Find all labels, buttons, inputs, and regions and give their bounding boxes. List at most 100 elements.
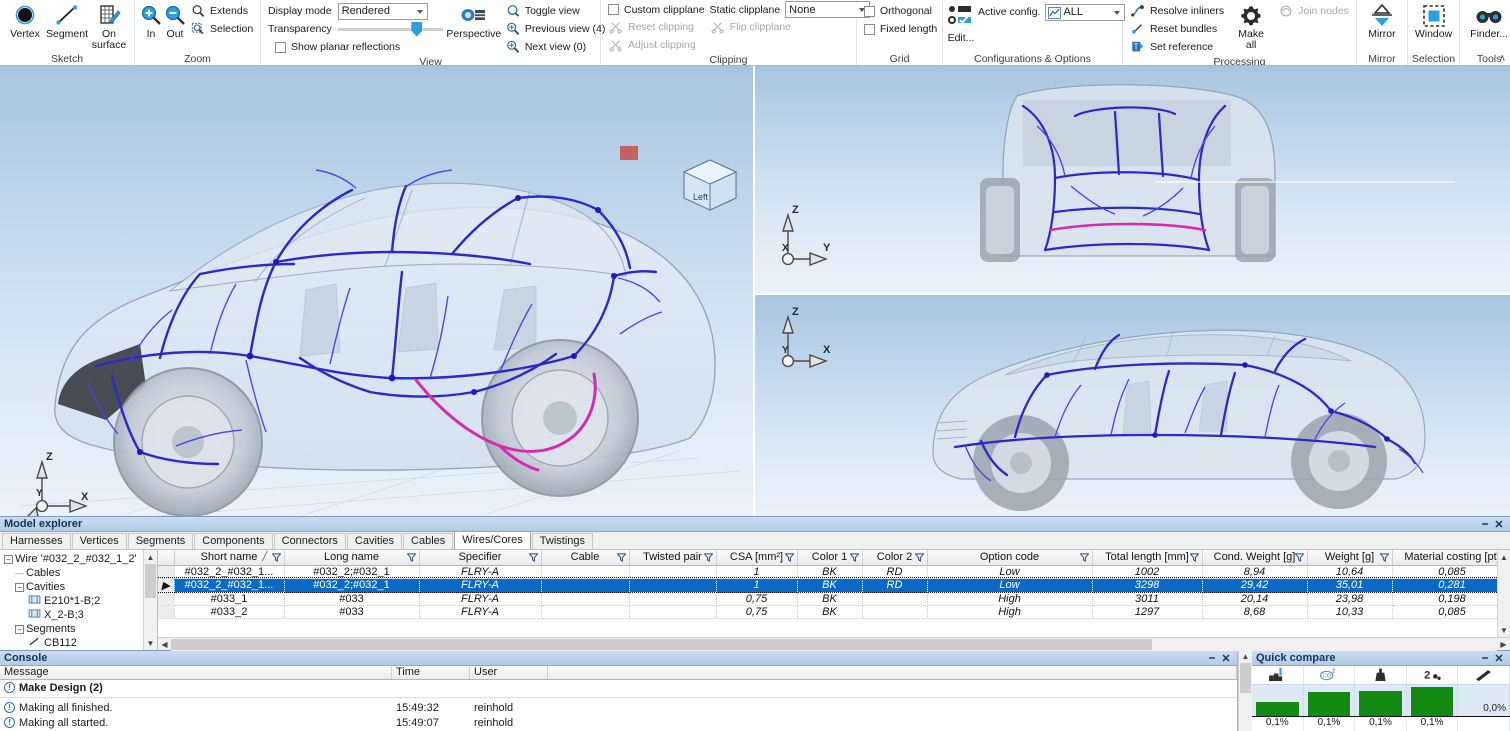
set-reference-button[interactable]: T Set reference	[1127, 38, 1227, 56]
pin-icon[interactable]: ⎯	[1478, 518, 1492, 531]
join-nodes-button[interactable]: Join nodes	[1275, 2, 1352, 20]
tab-components[interactable]: Components	[194, 533, 272, 549]
console-row[interactable]: ! Make Design (2)	[0, 680, 1237, 695]
close-icon[interactable]: ✕	[1219, 652, 1233, 665]
console-vertical-scrollbar[interactable]: ▲	[1238, 650, 1252, 731]
filter-icon[interactable]	[407, 553, 416, 565]
scroll-thumb[interactable]	[171, 639, 1152, 650]
table-row[interactable]: #033_2 #033 FLRY-A 0,75 BK High 1297	[158, 605, 1510, 618]
console-row[interactable]: ! Making all started. 15:49:07 reinhold	[0, 715, 1237, 730]
scroll-left-icon[interactable]: ◀	[158, 640, 171, 649]
col-specifier[interactable]: Specifier	[419, 550, 541, 565]
col-material-costing[interactable]: Material costing [pt]	[1392, 550, 1510, 565]
tree-node-wire[interactable]: − Wire '#032_2_#032_1_2'	[2, 552, 157, 566]
reset-clipping-button[interactable]: Reset clipping	[605, 18, 699, 36]
finder-button[interactable]: Finder...	[1464, 1, 1510, 40]
filter-icon[interactable]	[1080, 553, 1089, 565]
scroll-thumb[interactable]	[1240, 663, 1251, 693]
orthogonal-checkbox[interactable]	[864, 6, 875, 17]
filter-icon[interactable]	[704, 553, 713, 565]
perspective-button[interactable]: Perspective	[448, 1, 500, 40]
filter-icon[interactable]	[529, 553, 538, 565]
display-mode-select[interactable]: Rendered	[338, 3, 428, 20]
make-all-button[interactable]: Make all	[1227, 1, 1275, 51]
tree-vertical-scrollbar[interactable]: ▲ ▼	[143, 550, 157, 650]
scroll-up-icon[interactable]: ▲	[1498, 550, 1510, 564]
tab-twistings[interactable]: Twistings	[532, 533, 593, 549]
console-col-time[interactable]: Time	[392, 666, 470, 679]
edit-options-button[interactable]: Edit...	[948, 32, 975, 44]
filter-icon[interactable]	[850, 553, 859, 565]
scroll-down-icon[interactable]: ▼	[144, 636, 157, 650]
next-view-button[interactable]: Next view (0)	[502, 38, 609, 56]
tree-expander[interactable]: −	[4, 555, 13, 564]
options-radio-icon[interactable]	[947, 2, 975, 32]
front-viewport[interactable]: Z Y X	[755, 66, 1510, 295]
col-option-code[interactable]: Option code	[927, 550, 1092, 565]
grid-vertical-scrollbar[interactable]: ▲ ▼	[1497, 550, 1510, 637]
tab-cables[interactable]: Cables	[403, 533, 453, 549]
custom-clipplane-checkbox[interactable]	[608, 4, 619, 15]
mirror-button[interactable]: Mirror	[1361, 1, 1403, 40]
active-config-select[interactable]: ALL	[1045, 4, 1125, 21]
side-viewport[interactable]: Z X Y	[755, 295, 1510, 516]
on-surface-button[interactable]: On surface	[88, 1, 130, 51]
pin-icon[interactable]: ⎯	[1205, 652, 1219, 665]
window-select-button[interactable]: Window	[1413, 1, 1455, 40]
previous-view-button[interactable]: Previous view (4)	[502, 20, 609, 38]
flip-clipplane-button[interactable]: Flip clipplane	[707, 18, 794, 36]
console-col-extra[interactable]	[548, 666, 1237, 679]
table-row[interactable]: #033_1 #033 FLRY-A 0,75 BK High 3011	[158, 592, 1510, 605]
col-cond-weight[interactable]: Cond. Weight [g]	[1202, 550, 1307, 565]
tree-node-segment-cb112[interactable]: CB112	[2, 636, 157, 650]
tree-node-cavity-x2[interactable]: X_2-B;3	[2, 608, 157, 622]
row-marker[interactable]	[158, 605, 174, 618]
zoom-out-button[interactable]: Out	[163, 1, 187, 40]
row-marker[interactable]: ▶	[158, 578, 174, 592]
grid-horizontal-scrollbar[interactable]: ◀ ▶	[158, 637, 1510, 650]
vertex-button[interactable]: Vertex	[4, 1, 46, 40]
transparency-slider[interactable]	[338, 22, 443, 36]
reset-bundles-button[interactable]: Reset bundles	[1127, 20, 1227, 38]
tab-wires-cores[interactable]: Wires/Cores	[454, 531, 531, 549]
adjust-clipping-button[interactable]: Adjust clipping	[605, 36, 699, 54]
segment-button[interactable]: Segment	[46, 1, 88, 40]
scroll-down-icon[interactable]: ▼	[1498, 623, 1510, 637]
fixed-length-checkbox[interactable]	[864, 24, 875, 35]
filter-icon[interactable]	[617, 553, 626, 565]
table-row[interactable]: ▶ #032_2_#032_1... #032_2;#032_1 FLRY-A …	[158, 578, 1510, 592]
zoom-extends-button[interactable]: Extends	[187, 2, 256, 20]
col-total-length[interactable]: Total length [mm]	[1092, 550, 1202, 565]
console-col-message[interactable]: Message	[0, 666, 392, 679]
tree-node-segments[interactable]: − Segments	[2, 622, 157, 636]
close-icon[interactable]: ✕	[1492, 518, 1506, 531]
grid-scroll-area[interactable]: Short name ╱ Long name Specifier	[158, 550, 1510, 637]
show-planar-reflections-checkbox[interactable]	[275, 42, 286, 53]
pin-icon[interactable]: ⎯	[1478, 652, 1492, 665]
toggle-view-button[interactable]: Toggle view	[502, 2, 609, 20]
col-color-1[interactable]: Color 1	[797, 550, 862, 565]
filter-icon[interactable]	[272, 553, 281, 565]
console-grid[interactable]: Message Time User ! Make Design (2)	[0, 666, 1237, 731]
tab-connectors[interactable]: Connectors	[274, 533, 346, 549]
console-row[interactable]: ! Making all finished. 15:49:32 reinhold	[0, 700, 1237, 715]
col-twisted-pair[interactable]: Twisted pair	[629, 550, 716, 565]
zoom-in-button[interactable]: In	[139, 1, 163, 40]
filter-icon[interactable]	[1190, 553, 1199, 565]
tree-node-cavities[interactable]: − Cavities	[2, 580, 157, 594]
table-row[interactable]: #032_2_#032_1... #032_2;#032_1 FLRY-A 1 …	[158, 565, 1510, 578]
object-tree[interactable]: − Wire '#032_2_#032_1_2' — Cables − Cavi…	[0, 550, 158, 650]
ribbon-collapse-button[interactable]: ∧	[1499, 53, 1506, 64]
filter-icon[interactable]	[785, 553, 794, 565]
tree-node-cavity-e210[interactable]: E210*1-B;2	[2, 594, 157, 608]
scroll-up-icon[interactable]: ▲	[1239, 650, 1252, 663]
scroll-trough[interactable]	[171, 638, 1497, 651]
filter-icon[interactable]	[1380, 553, 1389, 565]
tab-harnesses[interactable]: Harnesses	[2, 533, 71, 549]
col-csa[interactable]: CSA [mm²]	[716, 550, 797, 565]
col-weight[interactable]: Weight [g]	[1307, 550, 1392, 565]
col-short-name[interactable]: Short name ╱	[174, 550, 284, 565]
row-marker[interactable]	[158, 592, 174, 605]
col-long-name[interactable]: Long name	[284, 550, 419, 565]
tab-vertices[interactable]: Vertices	[72, 533, 127, 549]
